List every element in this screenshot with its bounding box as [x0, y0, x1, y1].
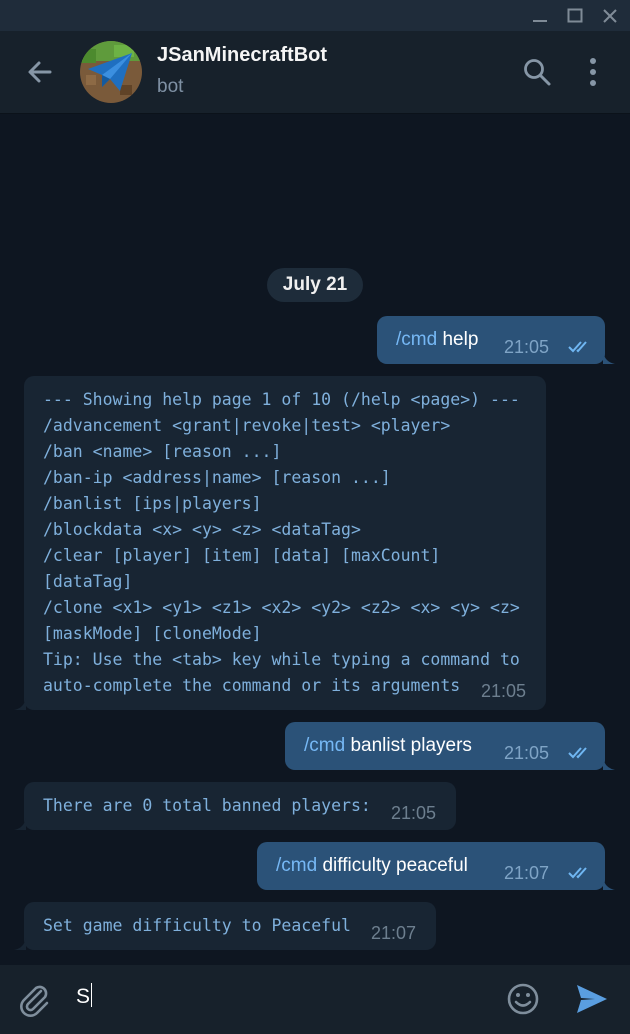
emoji-icon[interactable]: [505, 981, 541, 1017]
close-icon[interactable]: [600, 6, 620, 26]
double-check-icon: [568, 747, 587, 759]
message-text: Set game difficulty to Peaceful: [43, 916, 351, 935]
double-check-icon: [568, 341, 587, 353]
incoming-message[interactable]: --- Showing help page 1 of 10 (/help <pa…: [14, 376, 546, 710]
command-link[interactable]: /cmd: [304, 735, 345, 756]
chat-status: bot: [157, 76, 184, 97]
incoming-message[interactable]: Set game difficulty to Peaceful 21:07: [14, 902, 436, 950]
window-titlebar: [0, 0, 630, 31]
outgoing-message[interactable]: /cmd difficulty peaceful 21:07: [257, 842, 615, 890]
message-time: 21:07: [504, 863, 550, 883]
bubble-tail: [603, 878, 615, 890]
chat-header: JSanMinecraftBot bot: [0, 31, 630, 114]
outgoing-message[interactable]: /cmd help 21:05: [377, 316, 615, 364]
paperclip-icon[interactable]: [16, 982, 52, 1018]
message-text: --- Showing help page 1 of 10 (/help <pa…: [43, 390, 520, 695]
send-icon[interactable]: [573, 981, 611, 1017]
message-time: 21:07: [371, 923, 417, 943]
message-text: There are 0 total banned players:: [43, 796, 371, 815]
command-link[interactable]: /cmd: [276, 855, 317, 876]
bubble-tail: [603, 352, 615, 364]
message-text: help: [442, 329, 479, 350]
message-input[interactable]: S: [76, 983, 93, 1009]
chat-title: JSanMinecraftBot: [157, 44, 328, 66]
search-icon[interactable]: [522, 57, 552, 87]
more-vert-icon[interactable]: [583, 55, 603, 89]
message-time: 21:05: [481, 681, 527, 701]
text-caret: [91, 983, 93, 1007]
bot-avatar[interactable]: [80, 41, 142, 103]
double-check-icon: [568, 867, 587, 879]
bubble-tail: [14, 818, 26, 830]
message-time: 21:05: [391, 803, 437, 823]
minimize-icon[interactable]: [530, 6, 550, 26]
back-arrow-icon[interactable]: [24, 56, 56, 88]
message-time: 21:05: [504, 743, 550, 763]
message-text: difficulty peaceful: [322, 855, 468, 876]
command-link[interactable]: /cmd: [396, 329, 437, 350]
maximize-icon[interactable]: [565, 6, 585, 26]
date-separator: July 21: [267, 268, 363, 302]
bubble-tail: [14, 698, 26, 710]
message-composer: S: [0, 965, 630, 1034]
message-text: banlist players: [350, 735, 472, 756]
outgoing-message[interactable]: /cmd banlist players 21:05: [285, 722, 615, 770]
message-time: 21:05: [504, 337, 550, 357]
bubble-tail: [14, 938, 26, 950]
bubble-tail: [603, 758, 615, 770]
incoming-message[interactable]: There are 0 total banned players: 21:05: [14, 782, 456, 830]
